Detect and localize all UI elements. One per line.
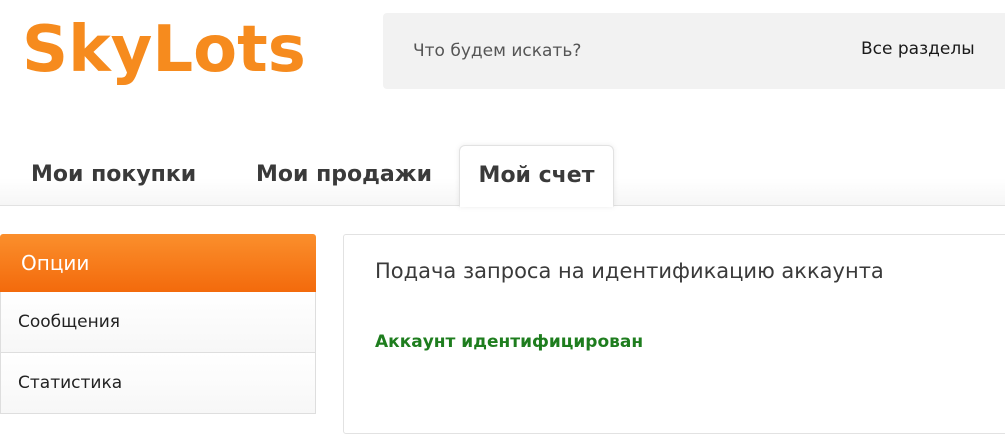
status-message: Аккаунт идентифицирован [375,332,644,352]
section-select[interactable]: Все разделы [861,39,975,59]
sidebar-item-statistics[interactable]: Статистика [0,353,316,414]
options-sidebar: Опции Сообщения Статистика [0,234,316,424]
tab-my-sales[interactable]: Мои продажи [256,145,432,206]
main-panel: Подача запроса на идентификацию аккаунта… [343,234,1005,434]
tab-my-account[interactable]: Мой счет [459,145,614,207]
page-title: Подача запроса на идентификацию аккаунта [375,259,884,283]
account-tabs: Мои покупки Мои продажи Мой счет [0,145,1005,207]
site-logo[interactable]: SkyLots [22,8,306,98]
tab-my-purchases[interactable]: Мои покупки [31,145,196,206]
search-input[interactable] [413,37,833,65]
sidebar-header: Опции [0,234,316,292]
search-bar: Все разделы [383,13,1005,89]
sidebar-item-messages[interactable]: Сообщения [0,292,316,353]
